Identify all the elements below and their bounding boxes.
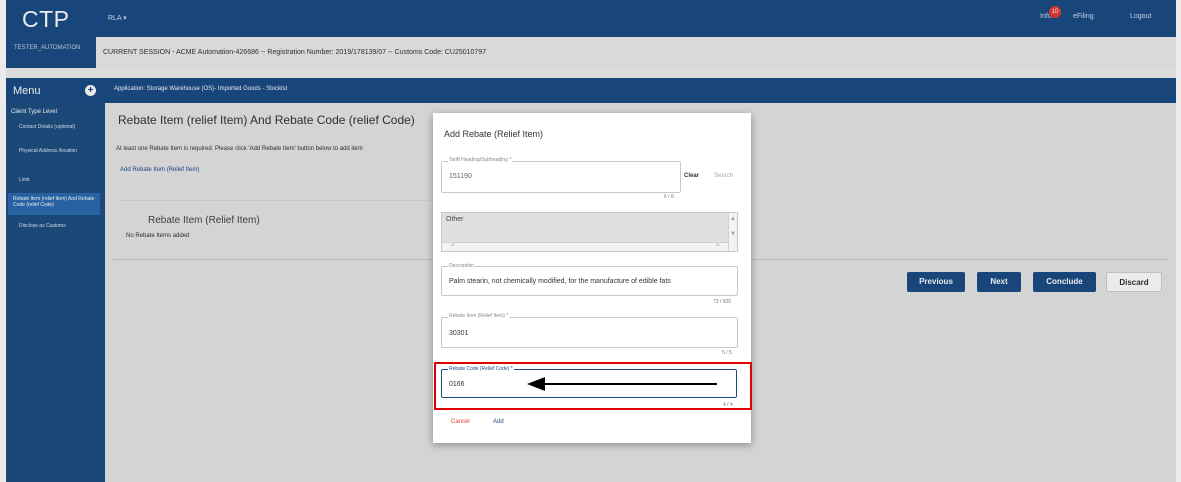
tariff-input[interactable]: 151190 bbox=[449, 173, 472, 180]
search-button[interactable]: Search bbox=[714, 173, 733, 179]
rebate-item-field[interactable] bbox=[441, 317, 738, 348]
cancel-button[interactable]: Cancel bbox=[451, 419, 470, 425]
scroll-up-icon[interactable]: ▲ bbox=[730, 216, 736, 222]
add-button[interactable]: Add bbox=[493, 419, 504, 425]
scroll-left-icon[interactable]: < bbox=[451, 243, 455, 249]
listbox-selected-item[interactable]: Other bbox=[446, 216, 464, 223]
scroll-right-icon[interactable]: > bbox=[716, 243, 720, 249]
left-arrow-icon bbox=[527, 377, 717, 391]
description-input[interactable]: Palm stearin, not chemically modified, f… bbox=[449, 278, 671, 285]
tariff-label: Tariff Heading/Subheading * bbox=[448, 157, 513, 163]
description-counter: 73 / 600 bbox=[713, 299, 732, 305]
listbox-horizontal-scrollbar[interactable] bbox=[442, 242, 728, 251]
description-label: Description bbox=[448, 263, 476, 269]
clear-button[interactable]: Clear bbox=[684, 173, 699, 179]
tariff-field[interactable] bbox=[441, 161, 681, 193]
dialog-title: Add Rebate (Relief Item) bbox=[444, 129, 544, 139]
tariff-counter: 6 / 6 bbox=[664, 194, 674, 200]
rebate-item-counter: 5 / 5 bbox=[722, 350, 732, 356]
scroll-down-icon[interactable]: ▼ bbox=[730, 231, 736, 237]
rebate-item-input[interactable]: 30301 bbox=[449, 330, 468, 337]
rebate-item-label: Rebate Item (Relief Item) * bbox=[448, 313, 510, 319]
